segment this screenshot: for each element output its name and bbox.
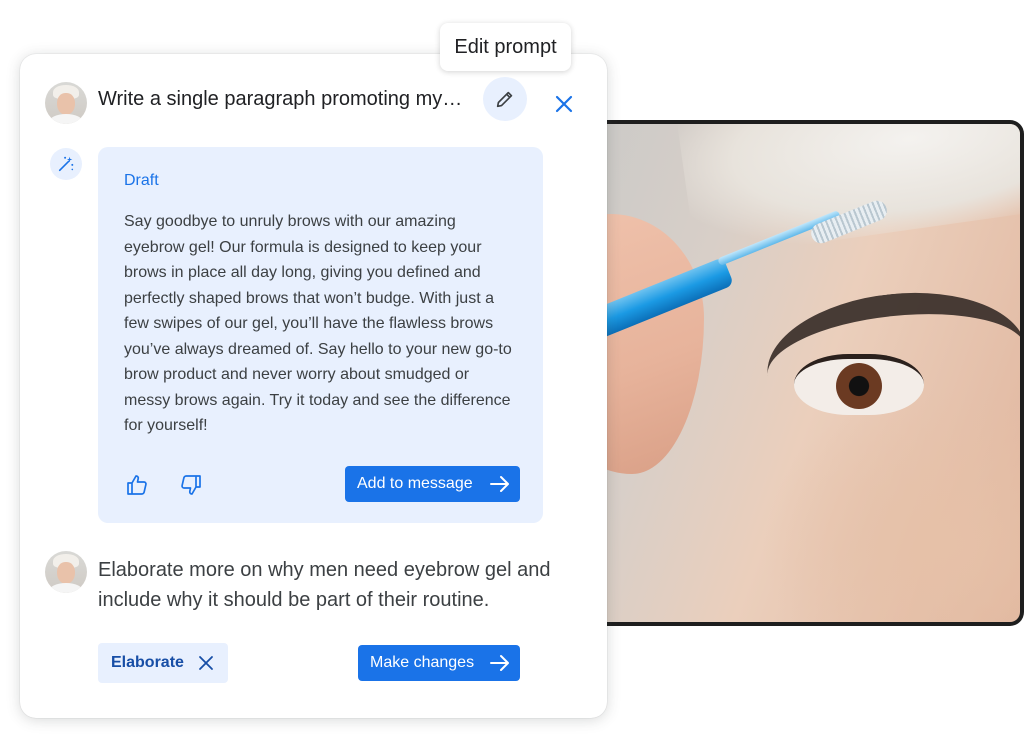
add-to-message-button[interactable]: Add to message (345, 466, 520, 502)
product-photo-frame (560, 120, 1024, 626)
ai-badge (50, 148, 82, 180)
ai-assistant-card: Write a single paragraph promoting my… D… (20, 54, 607, 718)
draft-label: Draft (124, 172, 159, 189)
magic-wand-icon (58, 156, 74, 172)
close-button[interactable] (550, 90, 578, 118)
thumbs-down-button[interactable] (179, 473, 205, 499)
arrow-right-icon (490, 655, 509, 671)
arrow-right-icon (490, 476, 509, 492)
avatar (45, 551, 87, 593)
add-to-message-label: Add to message (357, 475, 473, 492)
make-changes-button[interactable]: Make changes (358, 645, 520, 681)
avatar (45, 82, 87, 124)
make-changes-label: Make changes (370, 654, 475, 671)
thumbs-down-icon (181, 475, 201, 495)
eyebrow-gel-photo (564, 124, 1020, 622)
elaborate-chip-label: Elaborate (111, 654, 184, 671)
tooltip-text: Edit prompt (454, 35, 557, 58)
thumbs-up-icon (127, 475, 147, 495)
draft-panel: Draft Say goodbye to unruly brows with o… (98, 147, 543, 523)
draft-text: Say goodbye to unruly brows with our ama… (124, 213, 512, 434)
close-icon[interactable] (198, 655, 214, 671)
close-icon (555, 95, 573, 113)
elaborate-chip[interactable]: Elaborate (98, 643, 228, 683)
prompt-title: Write a single paragraph promoting my… (98, 88, 463, 110)
thumbs-up-button[interactable] (125, 473, 151, 499)
followup-prompt-text: Elaborate more on why men need eyebrow g… (98, 559, 551, 611)
edit-prompt-tooltip: Edit prompt (440, 23, 571, 71)
edit-prompt-button[interactable] (483, 77, 527, 121)
pencil-icon (496, 91, 513, 108)
